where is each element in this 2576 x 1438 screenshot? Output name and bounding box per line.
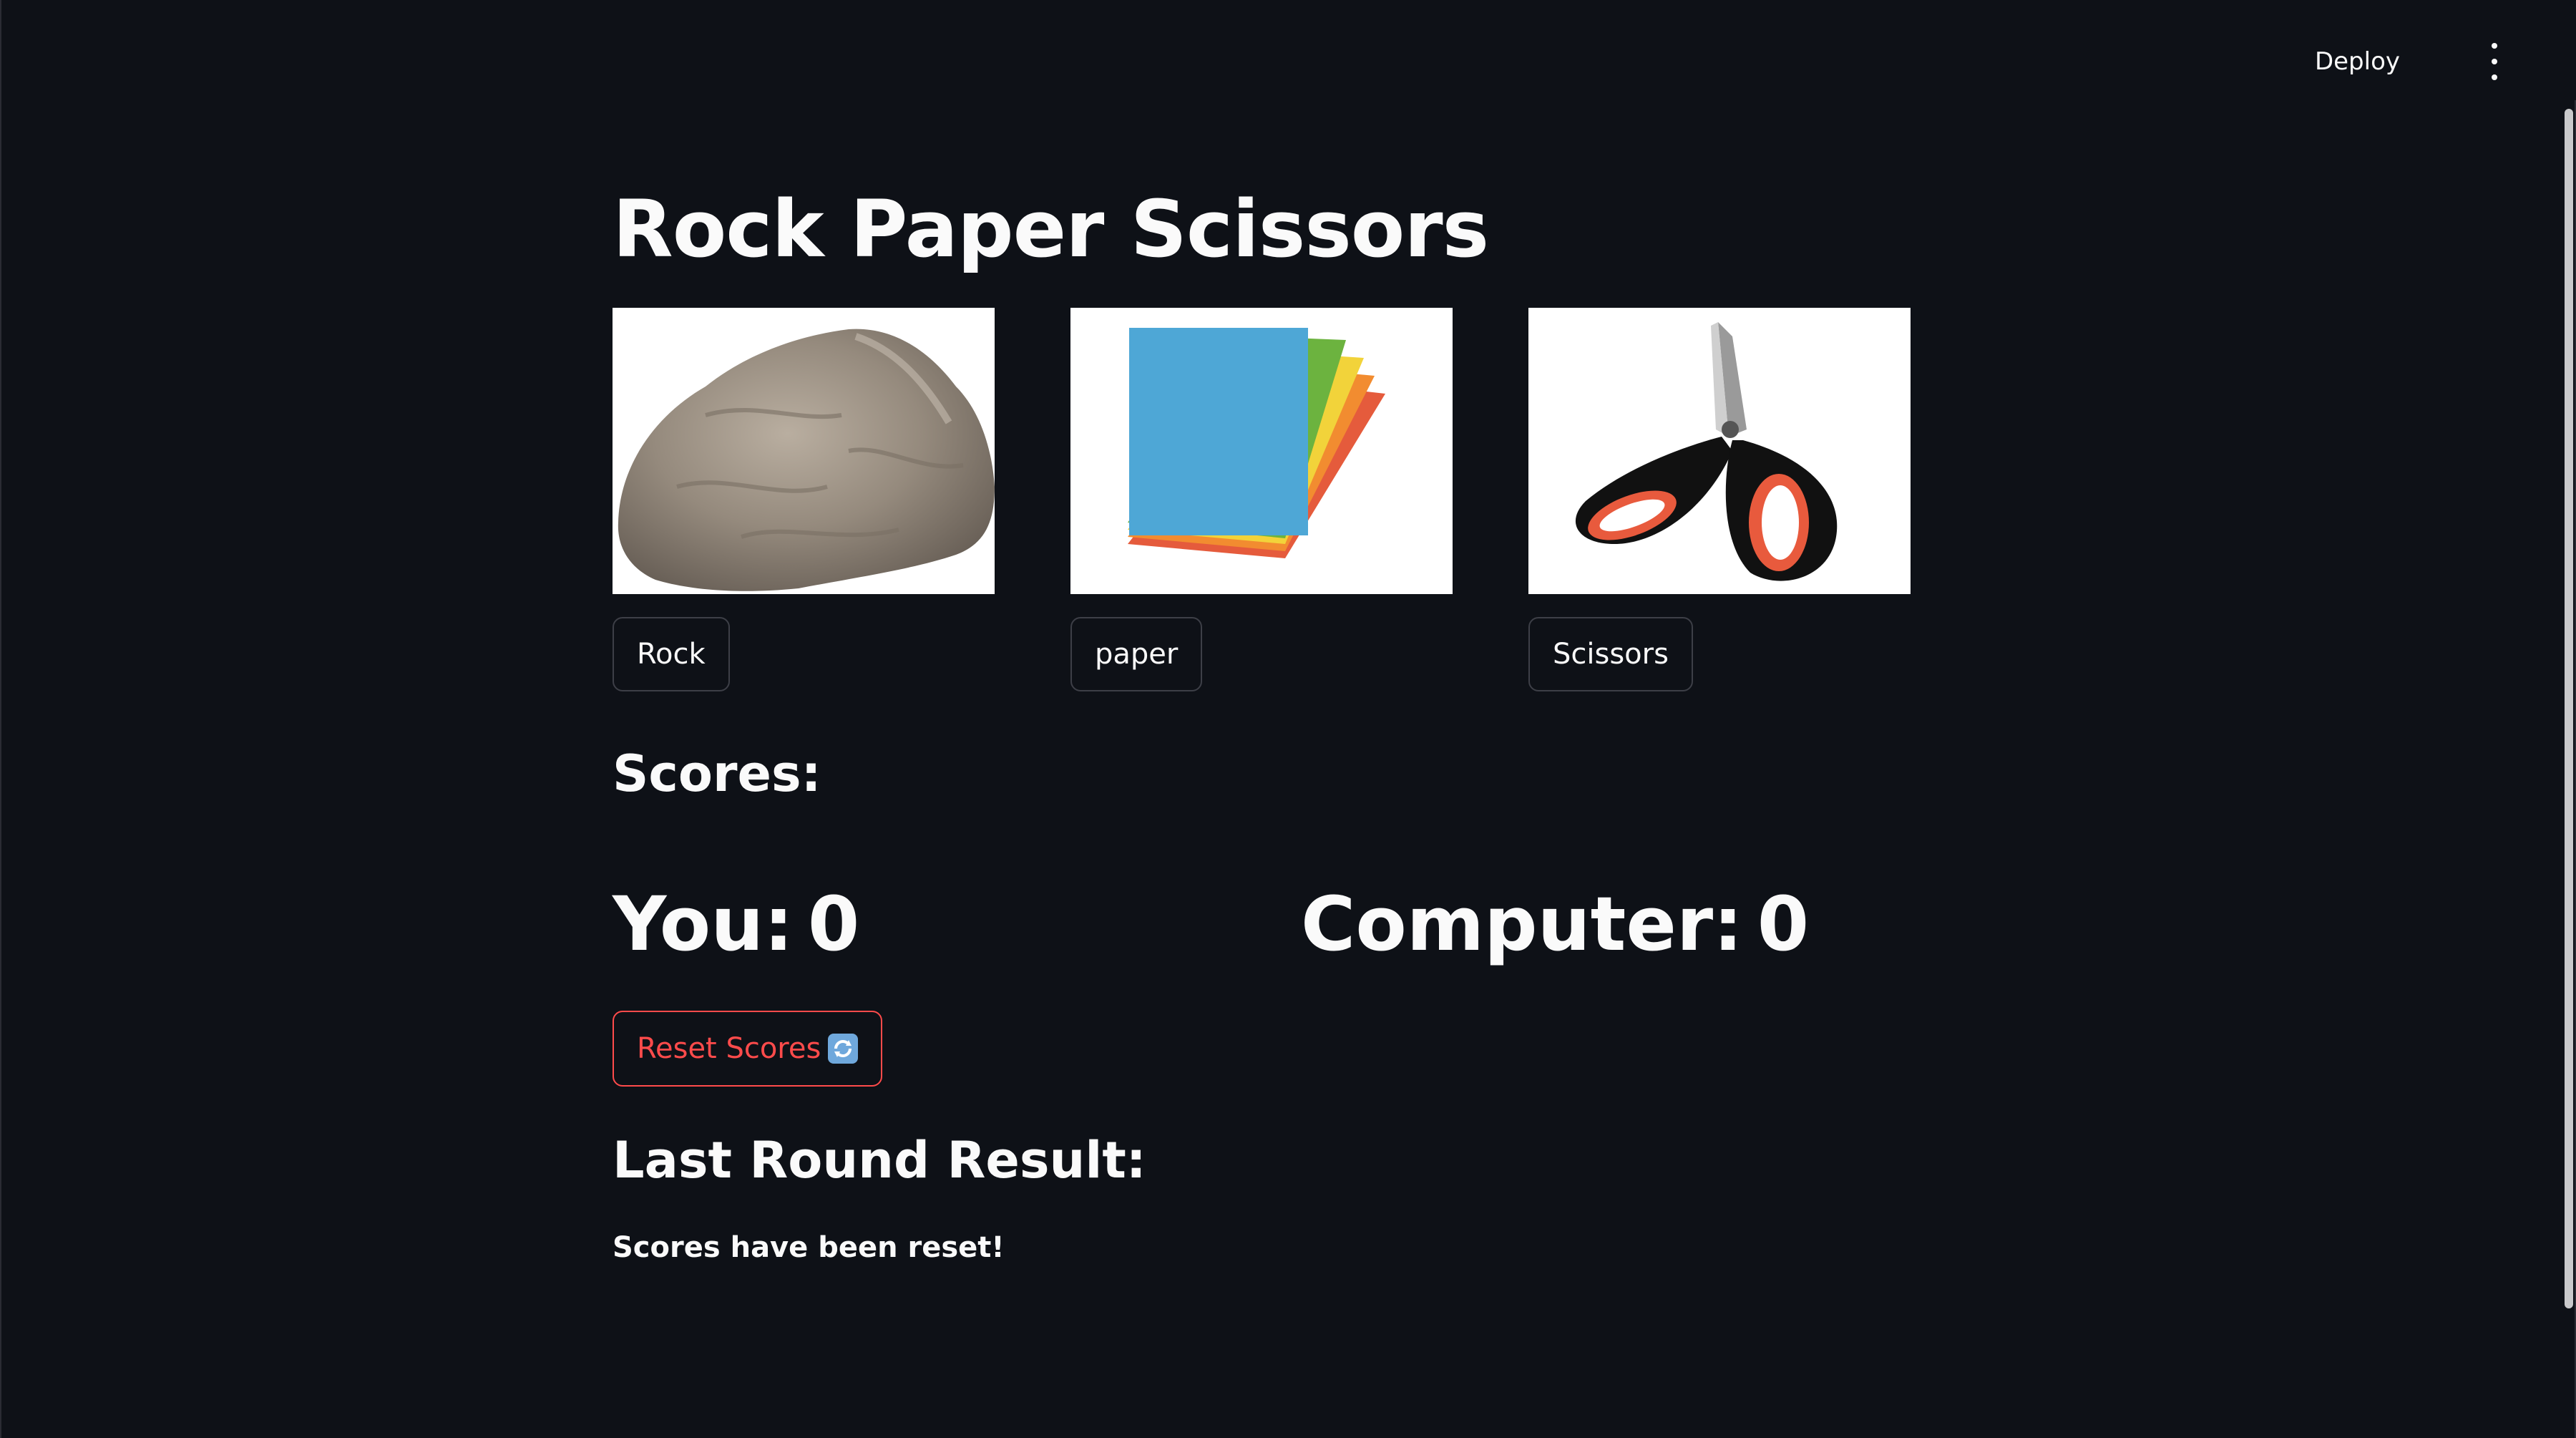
vertical-dots-icon — [2492, 43, 2497, 49]
choice-paper: paper — [1070, 308, 1453, 691]
paper-icon — [1128, 328, 1385, 558]
page-title: Rock Paper Scissors — [613, 183, 1489, 275]
main-menu-button[interactable] — [2480, 43, 2509, 80]
you-score-label: You: — [613, 880, 794, 968]
rock-icon — [618, 329, 995, 591]
rock-image — [613, 308, 995, 594]
choice-scissors: Scissors — [1528, 308, 1911, 691]
you-score: You: 0 — [613, 880, 859, 968]
you-score-value: 0 — [807, 880, 860, 968]
vertical-dots-icon-dot — [2492, 59, 2497, 64]
deploy-button[interactable]: Deploy — [2309, 42, 2406, 82]
computer-score-value: 0 — [1757, 880, 1810, 968]
paper-image — [1070, 308, 1453, 594]
scissors-icon — [1575, 322, 1838, 581]
reset-scores-button[interactable]: Reset Scores — [613, 1011, 883, 1087]
paper-button[interactable]: paper — [1070, 617, 1203, 691]
app-window: Deploy Rock Paper Scissors Rock paper Sc… — [0, 0, 2576, 1438]
choice-rock: Rock — [613, 308, 995, 691]
scores-heading: Scores: — [613, 744, 821, 803]
last-round-heading: Last Round Result: — [613, 1131, 1146, 1190]
computer-score-label: Computer: — [1301, 880, 1743, 968]
rock-button[interactable]: Rock — [613, 617, 730, 691]
page-scrollbar[interactable] — [2565, 109, 2573, 1308]
scissors-image — [1528, 308, 1911, 594]
vertical-dots-icon-dot — [2492, 74, 2497, 80]
last-round-result: Scores have been reset! — [613, 1231, 1005, 1264]
computer-score: Computer: 0 — [1301, 880, 1809, 968]
reset-scores-label: Reset Scores — [637, 1032, 821, 1065]
scissors-button[interactable]: Scissors — [1528, 617, 1693, 691]
top-toolbar: Deploy — [1, 0, 2576, 100]
refresh-icon — [828, 1034, 859, 1064]
